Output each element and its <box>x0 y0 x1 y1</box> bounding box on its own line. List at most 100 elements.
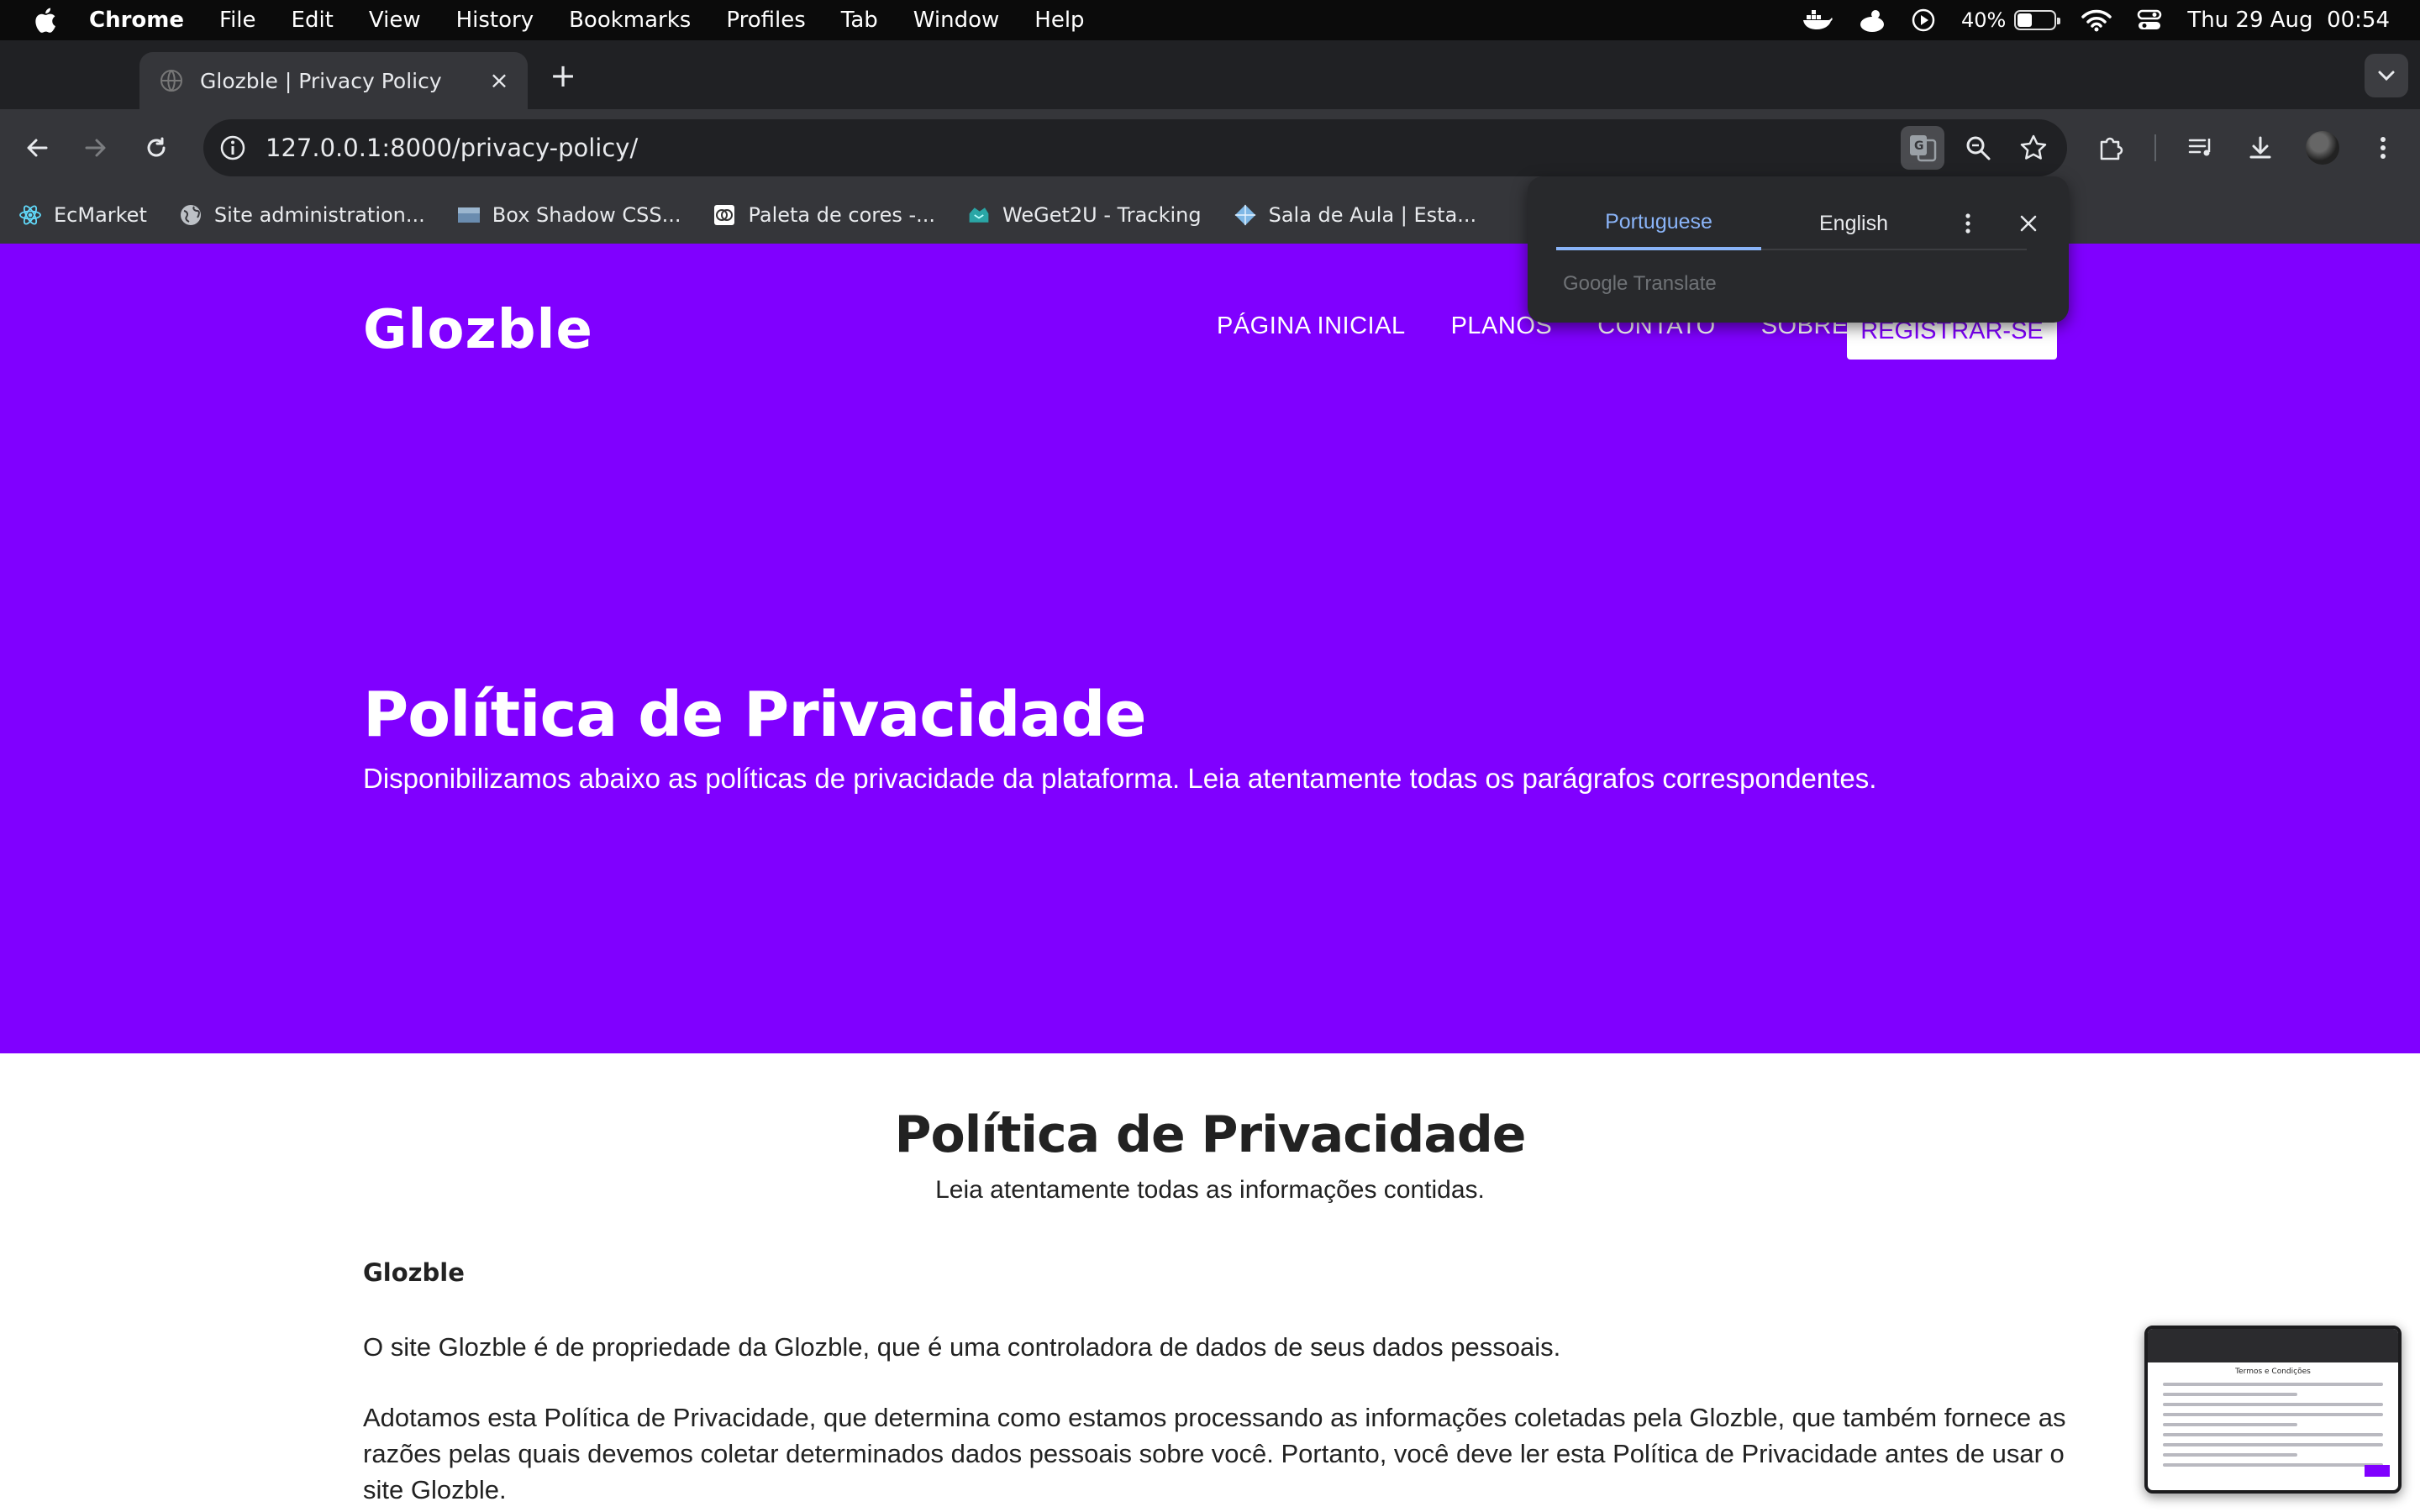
image-icon <box>457 203 481 227</box>
translate-tab-source[interactable]: Portuguese <box>1556 197 1761 250</box>
bookmark-label: Box Shadow CSS... <box>492 203 681 227</box>
arrow-left-icon <box>27 139 48 157</box>
package-icon <box>967 203 991 227</box>
nav-link-home[interactable]: PÁGINA INICIAL <box>1217 312 1406 340</box>
menu-profiles[interactable]: Profiles <box>726 8 805 33</box>
play-circle-icon[interactable] <box>1911 8 1936 33</box>
svg-text:G: G <box>1914 139 1924 153</box>
bookmark-box-shadow-css[interactable]: Box Shadow CSS... <box>457 203 681 227</box>
site-hero: Glozble PÁGINA INICIAL PLANOS CONTATO SO… <box>0 244 2420 1053</box>
menu-history[interactable]: History <box>456 8 534 33</box>
zoom-icon <box>1966 136 1991 160</box>
section-heading: Glozble <box>363 1258 465 1287</box>
screenshot-thumbnail[interactable]: Termos e Condições <box>2144 1326 2402 1494</box>
site-logo[interactable]: Glozble <box>363 299 593 361</box>
address-bar[interactable]: 127.0.0.1:8000/privacy-policy/ G <box>203 119 2067 176</box>
content-subtitle: Leia atentamente todas as informações co… <box>935 1176 1485 1204</box>
translate-close-button[interactable] <box>2012 207 2045 240</box>
apple-menu-icon[interactable] <box>32 6 57 34</box>
docker-icon[interactable] <box>1802 8 1833 32</box>
bookmark-star-button[interactable] <box>2012 126 2055 170</box>
thumbnail-title: Termos e Condições <box>2235 1368 2311 1376</box>
toolbar-separator <box>2154 134 2156 161</box>
globe-icon <box>179 203 203 227</box>
diamond-icon <box>1234 203 1257 227</box>
reload-icon <box>147 137 166 157</box>
hero-subtitle: Disponibilizamos abaixo as políticas de … <box>363 763 1877 794</box>
policy-paragraph: O site Glozble é de propriedade da Glozb… <box>363 1332 1561 1362</box>
forward-button[interactable] <box>76 128 116 168</box>
media-controls-button[interactable] <box>2181 128 2222 168</box>
bookmark-site-administration[interactable]: Site administration... <box>179 203 425 227</box>
battery-icon <box>2014 10 2061 30</box>
bookmark-paleta-de-cores[interactable]: Paleta de cores -... <box>713 203 935 227</box>
avatar <box>2306 131 2339 165</box>
tab-title: Glozble | Privacy Policy <box>200 68 442 93</box>
react-icon <box>18 203 42 227</box>
translate-tab-target[interactable]: English <box>1761 197 1946 250</box>
url-text[interactable]: 127.0.0.1:8000/privacy-policy/ <box>266 134 1901 162</box>
menu-edit[interactable]: Edit <box>292 8 334 33</box>
puzzle-icon <box>2100 137 2123 160</box>
chevron-down-icon <box>2378 71 2395 81</box>
policy-content: Política de Privacidade Leia atentamente… <box>0 1053 2420 1512</box>
battery-indicator[interactable]: 40% <box>1960 8 2061 32</box>
more-vertical-icon <box>2381 137 2386 159</box>
bookmark-label: Sala de Aula | Esta... <box>1268 203 1477 227</box>
cloud-app-icon[interactable] <box>1859 8 1886 33</box>
browser-toolbar: 127.0.0.1:8000/privacy-policy/ G <box>0 109 2420 186</box>
battery-percent: 40% <box>1960 8 2007 32</box>
bookmark-sala-de-aula[interactable]: Sala de Aula | Esta... <box>1234 203 1477 227</box>
close-icon <box>2020 215 2037 232</box>
menu-file[interactable]: File <box>219 8 256 33</box>
browser-tab-strip: Glozble | Privacy Policy × + <box>0 40 2420 109</box>
active-tab[interactable]: Glozble | Privacy Policy × <box>139 52 528 109</box>
tab-close-icon[interactable]: × <box>489 69 509 92</box>
bookmark-label: WeGet2U - Tracking <box>1002 203 1202 227</box>
profile-button[interactable] <box>2302 128 2343 168</box>
back-button[interactable] <box>17 128 57 168</box>
control-center-icon[interactable] <box>2137 8 2162 32</box>
palette-icon <box>713 203 736 227</box>
bookmark-label: Site administration... <box>213 203 425 227</box>
extensions-button[interactable] <box>2091 128 2131 168</box>
translate-page-button[interactable]: G <box>1901 126 1944 170</box>
translate-icon: G <box>1910 135 1937 162</box>
new-tab-button[interactable]: + <box>546 59 580 92</box>
reload-button[interactable] <box>136 128 176 168</box>
macos-menu-bar: Chrome File Edit View History Bookmarks … <box>0 0 2420 40</box>
more-vertical-icon <box>1965 213 1970 234</box>
downloads-button[interactable] <box>2240 128 2281 168</box>
menu-window[interactable]: Window <box>913 8 1000 33</box>
translate-options-button[interactable] <box>1951 207 1985 240</box>
globe-icon <box>160 70 182 92</box>
hero-title: Política de Privacidade <box>363 679 1147 751</box>
menubar-status-area: 40% Thu 29 Aug 00:54 <box>1802 0 2390 40</box>
download-icon <box>2249 136 2271 159</box>
thumbnail-browser-chrome <box>2148 1329 2398 1362</box>
chrome-menu-button[interactable] <box>2363 128 2403 168</box>
star-icon <box>2020 134 2047 160</box>
playlist-icon <box>2188 139 2211 156</box>
site-info-icon[interactable] <box>218 134 247 162</box>
bookmark-label: Paleta de cores -... <box>748 203 936 227</box>
zoom-button[interactable] <box>1956 126 2000 170</box>
translate-popup: Portuguese English Google Translate <box>1528 176 2069 323</box>
wifi-icon[interactable] <box>2081 8 2112 32</box>
tab-search-button[interactable] <box>2365 54 2408 97</box>
content-title: Política de Privacidade <box>894 1105 1527 1164</box>
bookmark-label: EcMarket <box>54 203 147 227</box>
menu-bookmarks[interactable]: Bookmarks <box>569 8 691 33</box>
menu-app-name[interactable]: Chrome <box>89 8 184 33</box>
bookmark-ecmarket[interactable]: EcMarket <box>18 203 147 227</box>
menu-view[interactable]: View <box>369 8 421 33</box>
arrow-right-icon <box>85 139 106 157</box>
bookmark-weget2u-tracking[interactable]: WeGet2U - Tracking <box>967 203 1202 227</box>
google-translate-brand: Google Translate <box>1563 272 1717 295</box>
battery-fill <box>2018 13 2033 27</box>
menu-help[interactable]: Help <box>1034 8 1084 33</box>
policy-paragraph: Adotamos esta Política de Privacidade, q… <box>363 1403 2066 1504</box>
menu-tab[interactable]: Tab <box>841 8 878 33</box>
thumbnail-chat-button <box>2365 1465 2390 1477</box>
menubar-clock[interactable]: Thu 29 Aug 00:54 <box>2187 8 2390 33</box>
